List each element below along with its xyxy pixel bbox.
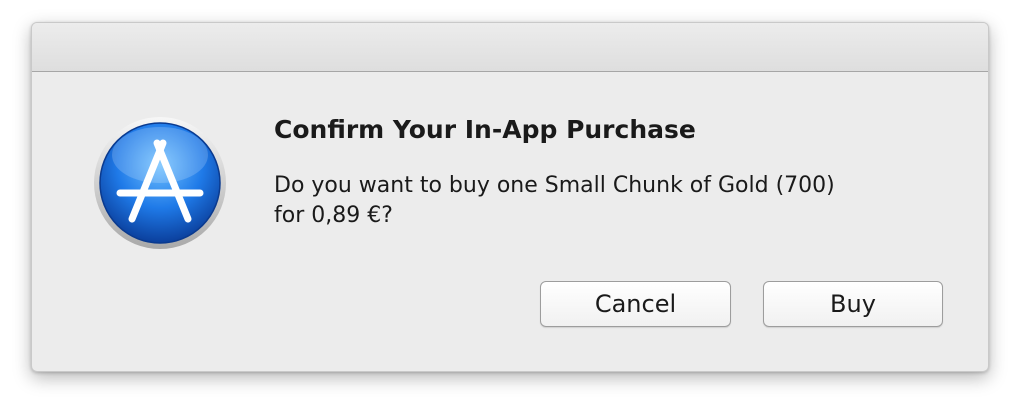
message-line-2: for 0,89 €?: [274, 203, 393, 228]
message-line-1: Do you want to buy one Small Chunk of Go…: [274, 173, 835, 198]
purchase-confirm-dialog: Confirm Your In-App Purchase Do you want…: [31, 22, 989, 372]
dialog-title: Confirm Your In-App Purchase: [274, 115, 696, 144]
cancel-button[interactable]: Cancel: [540, 281, 731, 327]
dialog-message: Do you want to buy one Small Chunk of Go…: [274, 171, 934, 231]
app-store-icon: [92, 115, 228, 251]
buy-button[interactable]: Buy: [763, 281, 943, 327]
dialog-titlebar[interactable]: [32, 23, 988, 72]
